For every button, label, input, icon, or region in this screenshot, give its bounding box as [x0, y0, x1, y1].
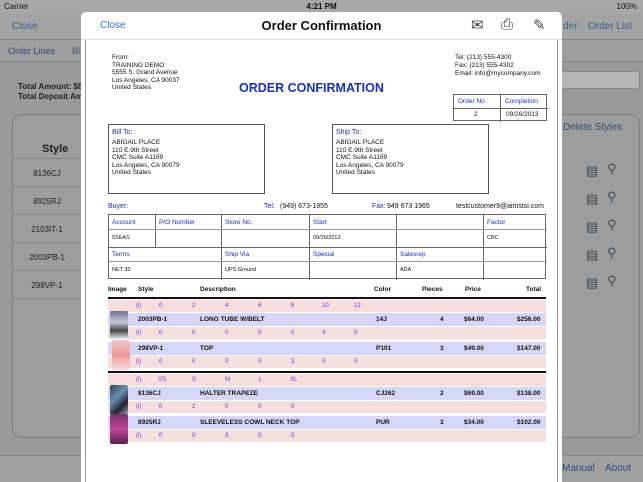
product-thumbnail: [110, 311, 128, 339]
table-row[interactable]: 298VP-1 TOP P101 3 $49.00 $147.00: [108, 342, 546, 355]
background-input[interactable]: [560, 71, 640, 89]
total-deposit-label: Total Deposit Am: [18, 92, 83, 101]
search-icon[interactable]: ⚲: [607, 189, 617, 205]
document-icon[interactable]: ▤: [586, 275, 598, 291]
style-row[interactable]: 2103IT-1: [13, 214, 81, 243]
table-row[interactable]: 8925RJ SLEEVELESS COWL NECK TOP PUR 3 $3…: [108, 416, 546, 429]
modal-title: Order Confirmation: [261, 18, 382, 33]
order-number: 2: [474, 111, 478, 118]
search-icon[interactable]: ⚲: [607, 273, 617, 289]
mail-icon[interactable]: ✉: [471, 16, 484, 34]
style-column-header: Style: [42, 143, 69, 155]
style-row[interactable]: 8136CJ: [13, 158, 81, 187]
buyer-fax: 949 673 1965: [387, 203, 430, 210]
modal-header: Close Order Confirmation ✉ ⎙ ✎: [81, 12, 562, 40]
company-contact: Tel: (213) 555-4300 Fax: (213) 555-4302 …: [455, 54, 541, 77]
delete-styles-button[interactable]: Delete Styles: [563, 122, 622, 133]
product-thumbnail: [110, 385, 128, 415]
document-icon[interactable]: ▤: [586, 191, 598, 207]
search-icon[interactable]: ⚲: [607, 217, 617, 233]
manual-button[interactable]: Manual: [562, 463, 595, 474]
quantity-row: (i) 0 0 3 0 0: [108, 430, 546, 442]
style-row[interactable]: 8925RJ: [13, 186, 81, 215]
order-document: From: TRAINING DEMO 5555 S. Grand Avenue…: [85, 40, 558, 482]
account-value: 5SEAS: [112, 235, 130, 241]
quantity-row: (i) 0 2 0 0 0: [108, 401, 546, 413]
bill-to-box: Bill To: ABIGAIL PLACE 110 E.9th Street …: [108, 124, 265, 194]
size-band: (i) 0 2 4 6 8 10 12: [108, 300, 546, 312]
about-button[interactable]: About: [605, 463, 631, 474]
style-row[interactable]: 2003PB-1: [13, 242, 81, 271]
order-number-box: Order No Completion 2 09/26/2013: [453, 94, 548, 122]
table-row[interactable]: 2003PB-1 LONG TUBE W/BELT 14J 4 $64.00 $…: [108, 313, 546, 326]
document-icon[interactable]: ▤: [586, 247, 598, 263]
size-band: (i) XS S M L XL: [108, 374, 546, 386]
tab-partial[interactable]: Bi: [72, 46, 80, 56]
from-address: From: TRAINING DEMO 5555 S. Grand Avenue…: [112, 54, 180, 91]
document-icon[interactable]: ▤: [586, 219, 598, 235]
factor-value: CBC: [487, 235, 499, 241]
background-nav-partial[interactable]: der: [563, 21, 577, 32]
buyer-tel: (949) 673-1955: [280, 203, 328, 210]
buyer-label: Buyer:: [108, 203, 129, 210]
buyer-tel-label: Tel:: [264, 203, 275, 210]
document-title: ORDER CONFIRMATION: [239, 81, 384, 95]
search-icon[interactable]: ⚲: [607, 245, 617, 261]
background-totals: Total Amount: $8 Total Deposit Am: [18, 82, 83, 102]
table-row[interactable]: 8136CJ HALTER TRAPEZE CJ262 2 $69.00 $13…: [108, 387, 546, 400]
quantity-row: (i) 0 0 0 0 3 0 0: [108, 356, 546, 368]
total-amount-label: Total Amount: $8: [18, 82, 83, 91]
pen-icon[interactable]: ✎: [533, 16, 546, 34]
order-confirmation-modal: Close Order Confirmation ✉ ⎙ ✎ From: TRA…: [81, 12, 562, 482]
status-time: 4:21 PM: [306, 2, 337, 11]
printer-icon[interactable]: ⎙: [501, 16, 513, 33]
document-icon[interactable]: ▤: [586, 163, 598, 179]
product-thumbnail: [110, 414, 128, 444]
shipvia-value: UPS Ground: [225, 267, 257, 273]
salesrep-value: ADA: [400, 267, 412, 273]
style-row[interactable]: 298VP-1: [13, 270, 81, 299]
completion-date: 09/26/2013: [506, 111, 539, 118]
ship-to-box: Ship To: ABIGAIL PLACE 110 E.9th Street …: [332, 124, 489, 194]
search-icon[interactable]: ⚲: [607, 161, 617, 177]
order-details-grid: Account P/O Number Store No. Start Facto…: [108, 214, 547, 280]
background-close-button[interactable]: Close: [12, 21, 38, 32]
order-list-button[interactable]: Order List: [588, 21, 632, 32]
tab-order-lines[interactable]: Order Lines: [8, 46, 55, 56]
buyer-fax-label: Fax:: [372, 203, 386, 210]
start-value: 09/26/2013: [313, 235, 341, 241]
battery-label: 100%: [616, 2, 637, 11]
buyer-email: testcustomer9@aimstsi.com: [456, 203, 545, 210]
terms-value: NET 30: [112, 267, 131, 273]
quantity-row: (i) 0 0 0 0 0 4 0: [108, 327, 546, 339]
product-thumbnail: [112, 340, 130, 370]
